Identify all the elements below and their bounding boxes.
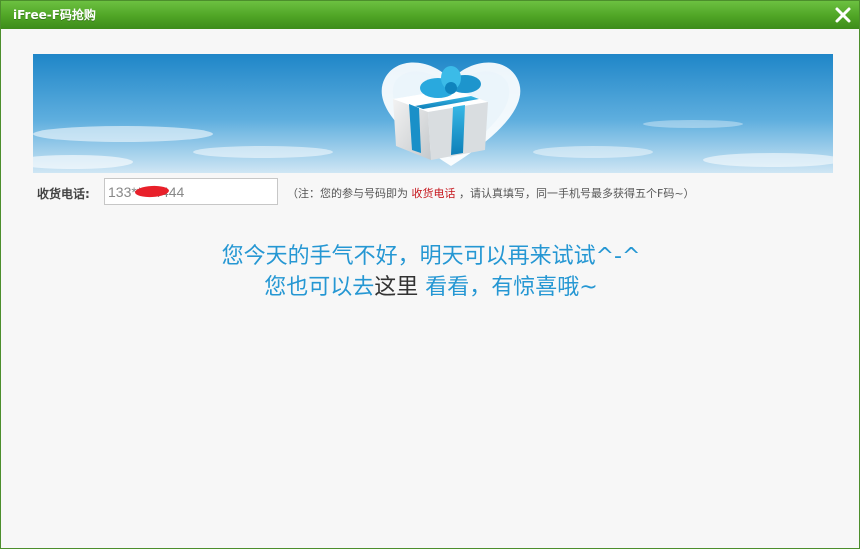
message-line-1: 您今天的手气不好，明天可以再来试试^-^ xyxy=(221,244,641,269)
window-title: iFree-F码抢购 xyxy=(13,8,96,22)
here-link[interactable]: 这里 xyxy=(374,275,418,300)
message-line-2-after: 看看，有惊喜哦~ xyxy=(418,275,598,300)
phone-field-row: 收货电话: （注：您的参与号码即为 收货电话 ，请认真填写，同一手机号最多获得五… xyxy=(37,178,837,206)
message-line-2: 您也可以去这里 看看，有惊喜哦~ xyxy=(1,272,860,303)
message-line-2-before: 您也可以去 xyxy=(264,275,375,300)
hint-suffix: ，请认真填写，同一手机号最多获得五个F码~） xyxy=(459,187,695,200)
gift-banner-image xyxy=(33,54,833,173)
title-bar[interactable]: iFree-F码抢购 xyxy=(1,1,859,29)
result-message: 您今天的手气不好，明天可以再来试试^-^ 您也可以去这里 看看，有惊喜哦~ xyxy=(1,241,860,303)
phone-hint: （注：您的参与号码即为 收货电话 ，请认真填写，同一手机号最多获得五个F码~） xyxy=(287,185,695,201)
phone-label: 收货电话: xyxy=(37,187,90,201)
dialog-window: iFree-F码抢购 收货电话: 133****4444 （注：您的参与号码即为… xyxy=(0,0,860,549)
hint-prefix: （注：您的参与号码即为 xyxy=(287,187,408,200)
close-icon[interactable] xyxy=(833,5,853,25)
phone-input[interactable] xyxy=(104,178,278,205)
hint-highlight: 收货电话 xyxy=(411,187,456,200)
